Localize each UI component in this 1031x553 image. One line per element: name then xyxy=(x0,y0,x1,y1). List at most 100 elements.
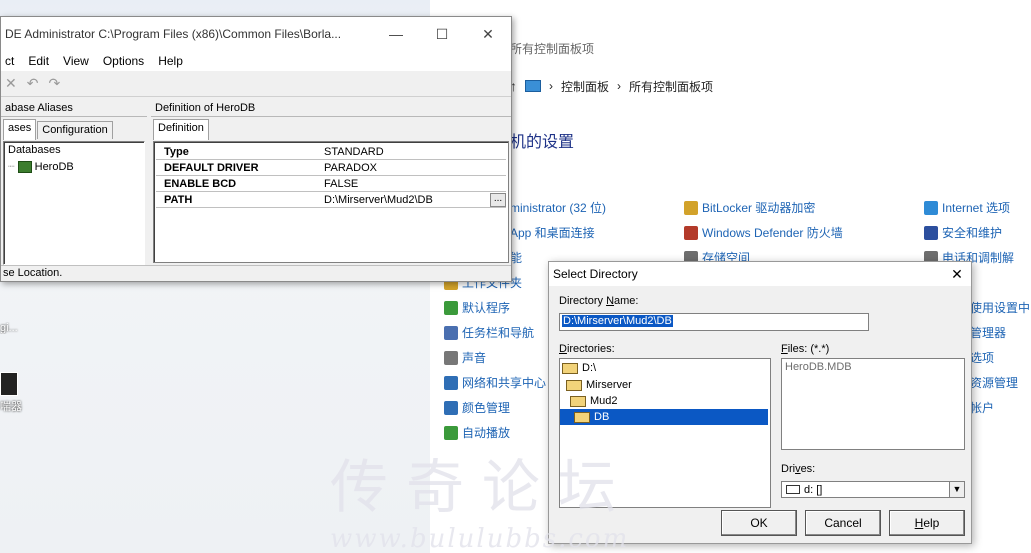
chevron-down-icon[interactable]: ▼ xyxy=(949,482,964,497)
cancel-button[interactable]: Cancel xyxy=(805,510,881,536)
tab-databases[interactable]: ases xyxy=(3,119,37,140)
network-icon xyxy=(444,375,458,390)
cp-item-network[interactable]: 网络和共享中心 xyxy=(444,374,546,391)
close-icon[interactable]: ✕ xyxy=(943,266,971,283)
undo-icon[interactable]: ↶ xyxy=(27,75,39,92)
control-panel-icon xyxy=(525,80,541,92)
drive-value: d: [] xyxy=(804,483,823,496)
cp-item-label: 管理器 xyxy=(970,326,1007,340)
control-panel-title: 所有控制面板项 xyxy=(510,42,595,56)
help-button[interactable]: Help xyxy=(889,510,965,536)
drives-select[interactable]: d: [] ▼ xyxy=(781,481,965,498)
address-bar[interactable]: ↑ › 控制面板 › 所有控制面板项 xyxy=(510,74,1031,98)
cp-item-internet-options[interactable]: Internet 选项 xyxy=(924,199,1010,216)
files-list[interactable]: HeroDB.MDB xyxy=(781,358,965,450)
cp-item-default-programs[interactable]: 默认程序 xyxy=(444,299,510,316)
menu-help[interactable]: Help xyxy=(158,54,183,68)
cp-item-taskbar[interactable]: 任务栏和导航 xyxy=(444,324,534,341)
desktop-icon-2[interactable]: 喘器 xyxy=(0,372,28,414)
tree-branch-icon: ┈ xyxy=(8,161,15,173)
cp-item-label: 网络和共享中心 xyxy=(462,376,547,390)
definition-row[interactable]: ENABLE BCD FALSE xyxy=(156,176,506,192)
herodb-label: HeroDB xyxy=(34,160,74,173)
dir-item-root[interactable]: D:\ xyxy=(562,360,596,376)
definition-row[interactable]: Type STANDARD xyxy=(156,144,506,160)
cp-item-label: 帐户 xyxy=(970,401,995,415)
breadcrumb-separator-icon: › xyxy=(617,79,622,93)
close-icon[interactable]: ✕ xyxy=(465,26,511,43)
definition-row[interactable]: DEFAULT DRIVER PARADOX xyxy=(156,160,506,176)
cp-item-label: Internet 选项 xyxy=(942,201,1011,215)
cp-item-label: Windows Defender 防火墙 xyxy=(702,226,843,240)
breadcrumb-control-panel[interactable]: 控制面板 xyxy=(561,78,609,95)
directory-name-label: Directory Name: xyxy=(559,295,639,307)
browse-ellipsis-button[interactable]: ... xyxy=(490,192,506,207)
menu-edit[interactable]: Edit xyxy=(28,54,49,68)
definition-pane-caption: Definition of HeroDB xyxy=(151,99,511,117)
tab-definition[interactable]: Definition xyxy=(153,119,209,140)
cp-item-accounts[interactable]: 帐户 xyxy=(970,399,994,416)
path-value[interactable]: D:\Mirserver\Mud2\DB xyxy=(324,194,490,206)
breadcrumb-all-items[interactable]: 所有控制面板项 xyxy=(629,78,713,95)
cp-item-label: 声音 xyxy=(462,351,487,365)
cp-item-color-management[interactable]: 颜色管理 xyxy=(444,399,510,416)
file-item[interactable]: HeroDB.MDB xyxy=(785,361,961,373)
cp-item-ease-of-access[interactable]: 使用设置中 xyxy=(970,299,1030,316)
drives-label: Drives: xyxy=(781,463,816,475)
aliases-pane: abase Aliases ases Configuration Databas… xyxy=(1,99,147,267)
dir-item-mud2[interactable]: Mud2 xyxy=(570,393,618,409)
dir-item-db[interactable]: DB xyxy=(560,409,768,425)
open-folder-icon xyxy=(574,411,590,423)
dir-item-mirserver[interactable]: Mirserver xyxy=(566,377,632,393)
dir-label: D:\ xyxy=(582,362,597,374)
watermark-url: www.bululubbs.com xyxy=(330,524,630,553)
cp-item-security-maintenance[interactable]: 安全和维护 xyxy=(924,224,1002,241)
ok-button[interactable]: OK xyxy=(721,510,797,536)
dir-label: DB xyxy=(594,411,610,423)
open-folder-icon xyxy=(570,395,586,407)
cp-item-bitlocker[interactable]: BitLocker 驱动器加密 xyxy=(684,199,815,216)
bde-titlebar[interactable]: DE Administrator C:\Program Files (x86)\… xyxy=(1,17,511,51)
redo-icon[interactable]: ↷ xyxy=(48,75,60,92)
bde-administrator-window: DE Administrator C:\Program Files (x86)\… xyxy=(0,16,512,282)
cp-item-options[interactable]: 选项 xyxy=(970,349,994,366)
toolbar: ✕ ↶ ↷ xyxy=(1,71,511,97)
cp-item-sound[interactable]: 声音 xyxy=(444,349,486,366)
delete-icon[interactable]: ✕ xyxy=(5,75,17,92)
cp-item-label: 使用设置中 xyxy=(970,301,1031,315)
drive-icon xyxy=(786,485,800,494)
desktop-icon-label: 喘器 xyxy=(0,401,22,413)
tree-item-databases[interactable]: Databases xyxy=(8,144,61,156)
cp-item-firewall[interactable]: Windows Defender 防火墙 xyxy=(684,224,843,241)
window-title: DE Administrator C:\Program Files (x86)\… xyxy=(5,27,342,41)
definition-value[interactable]: FALSE xyxy=(324,178,506,190)
cp-item-explorer[interactable]: 资源管理 xyxy=(970,374,1018,391)
desktop-icon-1[interactable]: gi... xyxy=(0,322,28,334)
directory-name-input[interactable]: D:\Mirserver\Mud2\DB xyxy=(559,313,869,331)
watermark-text: 传奇论坛 xyxy=(330,453,635,521)
menu-options[interactable]: Options xyxy=(103,54,144,68)
internet-icon xyxy=(924,200,938,215)
cp-item-autoplay[interactable]: 自动播放 xyxy=(444,424,510,441)
open-folder-icon xyxy=(566,379,582,391)
definition-value[interactable]: STANDARD xyxy=(324,146,506,158)
cp-item-administrator[interactable]: ministrator (32 位) xyxy=(510,199,606,216)
cp-item-device-manager[interactable]: 管理器 xyxy=(970,324,1006,341)
tree-item-herodb[interactable]: ┈ HeroDB xyxy=(8,160,74,173)
database-tree[interactable]: Databases ┈ HeroDB xyxy=(3,141,145,265)
directories-label: Directories: xyxy=(559,343,615,355)
firewall-icon xyxy=(684,225,698,240)
page-heading: 机的设置 xyxy=(510,134,575,151)
maximize-icon[interactable]: ☐ xyxy=(419,26,465,43)
definition-row[interactable]: PATH D:\Mirserver\Mud2\DB ... xyxy=(156,192,506,208)
menu-object[interactable]: ct xyxy=(5,54,14,68)
definition-key: Type xyxy=(164,145,189,158)
cp-item-label: 资源管理 xyxy=(970,376,1019,390)
open-folder-icon xyxy=(562,362,578,374)
cp-item-remoteapp[interactable]: App 和桌面连接 xyxy=(510,224,595,241)
definition-value[interactable]: PARADOX xyxy=(324,162,506,174)
minimize-icon[interactable]: — xyxy=(373,26,419,42)
menu-view[interactable]: View xyxy=(63,54,89,68)
dialog-titlebar[interactable]: Select Directory ✕ xyxy=(549,262,971,286)
tab-configuration[interactable]: Configuration xyxy=(37,121,113,139)
